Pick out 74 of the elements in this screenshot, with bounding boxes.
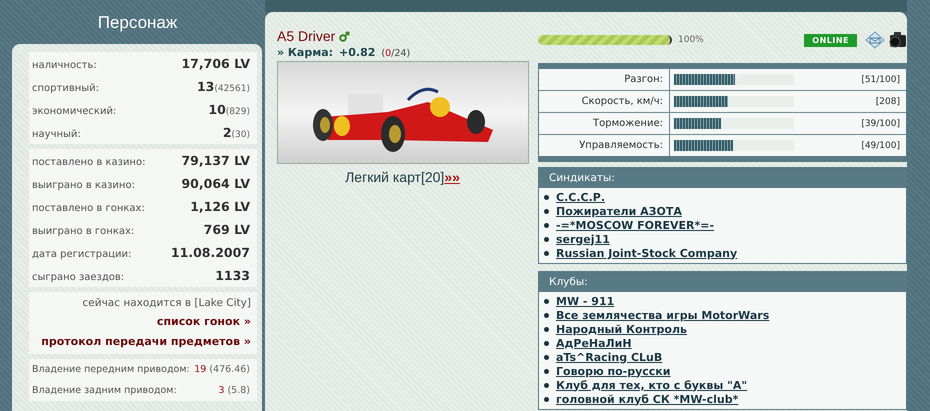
stat-reading: [39/100] (861, 118, 900, 128)
male-icon (339, 30, 350, 42)
player-name: A5 Driver (277, 28, 336, 44)
stat-label: дата регистрации: (32, 248, 132, 262)
bullet-icon (544, 312, 549, 318)
karma-votes: (0/24) (381, 48, 410, 59)
bullet-icon (544, 236, 549, 242)
stat-name: Скорость, км/ч: (539, 91, 670, 112)
car-name: Легкий карт[20] (345, 169, 444, 185)
stat-value: 17,706 LV (181, 55, 250, 73)
syndicate-link[interactable]: -=*MOSCOW FOREVER*=- (556, 218, 714, 232)
bullet-icon (544, 396, 549, 402)
camera-icon[interactable] (887, 31, 907, 49)
bullet-icon (544, 326, 549, 332)
online-badge: ONLINE (804, 34, 857, 46)
club-link[interactable]: aTs^Racing CLuB (556, 350, 662, 364)
bullet-icon (544, 222, 549, 228)
karma-value: +0.82 (339, 46, 376, 59)
stat-label: спортивный: (32, 82, 100, 96)
stat-value: 90,064 LV (181, 175, 250, 193)
stat-value: 13(42561) (196, 78, 250, 96)
panel-header: Синдикаты: (539, 168, 906, 188)
stat-value: 1133 (215, 267, 250, 285)
stat-reading: [208] (876, 96, 900, 106)
stat-value: 1,126 LV (190, 198, 250, 216)
stat-value: 2(30) (222, 124, 250, 142)
location-text: сейчас находится в [Lake City] (82, 296, 251, 311)
stat-label: сыграно заездов: (32, 271, 124, 285)
bullet-icon (544, 368, 549, 374)
skill-label: Владение передним приводом: (32, 363, 190, 377)
bullet-icon (544, 208, 549, 214)
stat-value: 79,137 LV (181, 152, 250, 170)
skill-value: 19 (476.46) (194, 363, 250, 377)
skill-label: Владение задним приводом: (32, 384, 177, 398)
stat-name: Торможение: (539, 113, 670, 134)
stat-label: научный: (32, 128, 81, 142)
stat-reading: [51/100] (861, 74, 900, 84)
skill-value: 3 (5.8) (218, 384, 250, 398)
club-link[interactable]: Народный Контроль (556, 322, 687, 336)
bullet-icon (544, 194, 549, 200)
stat-name: Управляемость: (539, 135, 670, 156)
stat-label: выиграно в казино: (32, 179, 135, 193)
bullet-icon (544, 354, 549, 360)
car-link[interactable]: »» (444, 169, 460, 185)
stat-label: поставлено в гонках: (32, 202, 145, 216)
stat-label: поставлено в казино: (32, 156, 146, 170)
experience-reading: 100% (678, 35, 704, 45)
club-link[interactable]: Все землячества игры MotorWars (556, 308, 770, 322)
bullet-icon (544, 250, 549, 256)
syndicate-link[interactable]: sergej11 (556, 232, 610, 246)
profile-link[interactable]: список гонок » (156, 312, 251, 332)
club-link[interactable]: Говорю по-русски (556, 364, 670, 378)
club-link[interactable]: Клуб для тех, кто с буквы "А" (556, 378, 748, 392)
profile-link[interactable]: протокол передачи предметов » (41, 332, 251, 352)
stat-reading: [49/100] (861, 140, 900, 150)
bullet-icon (544, 340, 549, 346)
syndicate-link[interactable]: С.С.С.Р. (556, 190, 605, 204)
syndicate-link[interactable]: Russian Joint-Stock Company (556, 246, 738, 260)
panel-header: Клубы: (539, 272, 906, 292)
syndicate-link[interactable]: Пожиратели АЗОТА (556, 204, 682, 218)
karma-label: » Карма: (277, 46, 334, 59)
stat-label: экономический: (32, 105, 116, 119)
panel-title: Персонаж (96, 12, 178, 34)
club-link[interactable]: MW - 911 (556, 294, 614, 308)
bullet-icon (544, 298, 549, 304)
stat-value: 11.08.2007 (170, 244, 250, 262)
bullet-icon (544, 382, 549, 388)
stat-value: 769 LV (204, 221, 250, 239)
club-link[interactable]: головной клуб СК *MW-club* (556, 392, 738, 406)
stat-name: Разгон: (539, 69, 670, 90)
stat-label: выиграно в гонках: (32, 225, 134, 239)
club-link[interactable]: АдРеНаЛиН (556, 336, 632, 350)
stat-label: наличность: (32, 59, 97, 73)
stat-value: 10(829) (208, 101, 250, 119)
